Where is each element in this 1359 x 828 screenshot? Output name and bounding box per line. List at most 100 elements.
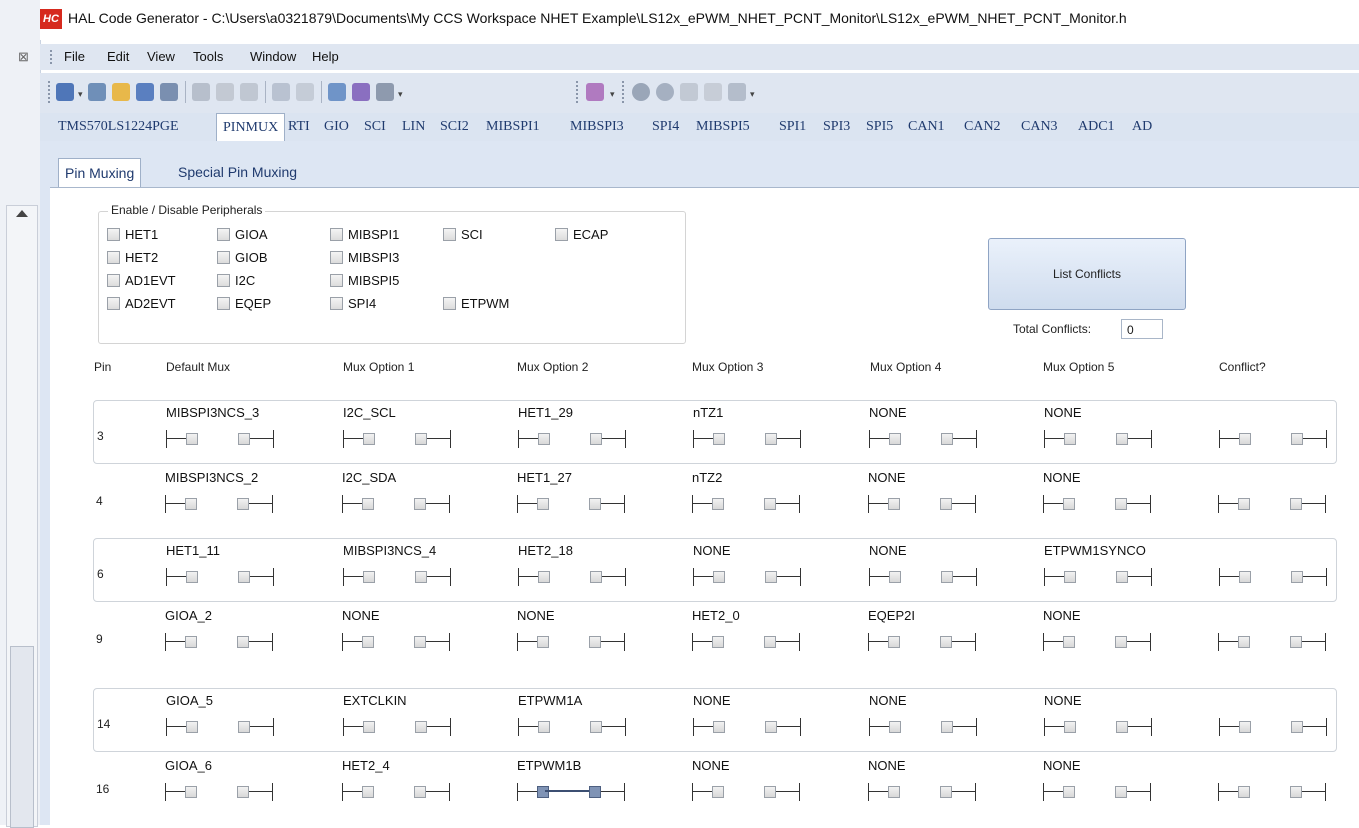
tab-mibspi1[interactable]: MIBSPI1: [480, 113, 546, 140]
switch-contact-icon[interactable]: [1290, 636, 1302, 648]
switch-contact-icon[interactable]: [713, 721, 725, 733]
switch-contact-icon[interactable]: [362, 636, 374, 648]
tab-spi3[interactable]: SPI3: [817, 113, 856, 140]
home-icon[interactable]: [728, 83, 746, 101]
switch-contact-icon[interactable]: [1063, 498, 1075, 510]
switch-contact-icon[interactable]: [1116, 433, 1128, 445]
switch-contact-icon[interactable]: [1115, 786, 1127, 798]
generate-icon[interactable]: [586, 83, 604, 101]
switch-contact-icon[interactable]: [764, 498, 776, 510]
mux-switch[interactable]: [342, 632, 450, 652]
switch-contact-icon[interactable]: [185, 786, 197, 798]
open-icon[interactable]: [88, 83, 106, 101]
checkbox-het1[interactable]: HET1: [107, 227, 158, 242]
switch-contact-icon[interactable]: [1290, 786, 1302, 798]
switch-contact-icon[interactable]: [237, 786, 249, 798]
tab-can1[interactable]: CAN1: [902, 113, 951, 140]
switch-contact-icon[interactable]: [238, 571, 250, 583]
mux-switch[interactable]: [693, 717, 801, 737]
switch-contact-icon[interactable]: [538, 571, 550, 583]
nav-forward-icon[interactable]: [656, 83, 674, 101]
mux-switch[interactable]: [517, 782, 625, 802]
checkbox-ad2evt[interactable]: AD2EVT: [107, 296, 176, 311]
switch-contact-icon[interactable]: [889, 571, 901, 583]
mux-switch[interactable]: [517, 632, 625, 652]
tab-mibspi3[interactable]: MIBSPI3: [564, 113, 630, 140]
switch-contact-icon[interactable]: [1238, 498, 1250, 510]
menu-window[interactable]: Window: [250, 49, 296, 64]
switch-contact-icon[interactable]: [537, 786, 549, 798]
import-icon[interactable]: [704, 83, 722, 101]
mux-switch[interactable]: [869, 717, 977, 737]
switch-contact-icon[interactable]: [1239, 571, 1251, 583]
switch-contact-icon[interactable]: [940, 636, 952, 648]
switch-contact-icon[interactable]: [415, 571, 427, 583]
mux-switch[interactable]: [342, 494, 450, 514]
mux-switch[interactable]: [165, 632, 273, 652]
mux-switch[interactable]: [1218, 782, 1326, 802]
checkbox-icon[interactable]: [443, 228, 456, 241]
checkbox-mibspi3[interactable]: MIBSPI3: [330, 250, 399, 265]
mux-switch[interactable]: [868, 494, 976, 514]
switch-contact-icon[interactable]: [238, 721, 250, 733]
checkbox-icon[interactable]: [217, 297, 230, 310]
mux-switch[interactable]: [692, 632, 800, 652]
checkbox-icon[interactable]: [107, 297, 120, 310]
toolbar-overflow-icon[interactable]: ▾: [610, 89, 615, 100]
switch-contact-icon[interactable]: [590, 721, 602, 733]
checkbox-gioa[interactable]: GIOA: [217, 227, 268, 242]
copy-icon[interactable]: [216, 83, 234, 101]
checkbox-icon[interactable]: [107, 228, 120, 241]
menu-tools[interactable]: Tools: [193, 49, 223, 64]
mux-switch[interactable]: [1219, 567, 1327, 587]
switch-contact-icon[interactable]: [888, 636, 900, 648]
switch-contact-icon[interactable]: [1116, 721, 1128, 733]
scroll-thumb[interactable]: [10, 646, 34, 828]
new-project-icon[interactable]: [56, 83, 74, 101]
subtab-pin-muxing[interactable]: Pin Muxing: [58, 158, 142, 187]
mux-switch[interactable]: [869, 567, 977, 587]
switch-contact-icon[interactable]: [414, 786, 426, 798]
mux-switch[interactable]: [693, 567, 801, 587]
switch-contact-icon[interactable]: [414, 636, 426, 648]
switch-contact-icon[interactable]: [712, 636, 724, 648]
switch-contact-icon[interactable]: [590, 433, 602, 445]
checkbox-icon[interactable]: [330, 228, 343, 241]
switch-contact-icon[interactable]: [712, 786, 724, 798]
checkbox-icon[interactable]: [443, 297, 456, 310]
mux-switch[interactable]: [518, 429, 626, 449]
switch-contact-icon[interactable]: [764, 636, 776, 648]
switch-contact-icon[interactable]: [415, 433, 427, 445]
paste-icon[interactable]: [240, 83, 258, 101]
mux-switch[interactable]: [165, 494, 273, 514]
list-conflicts-button[interactable]: List Conflicts: [988, 238, 1186, 310]
tab-mibspi5[interactable]: MIBSPI5: [690, 113, 756, 140]
checkbox-icon[interactable]: [555, 228, 568, 241]
scroll-up-arrow-icon[interactable]: [16, 210, 28, 217]
mux-switch[interactable]: [518, 717, 626, 737]
switch-contact-icon[interactable]: [362, 498, 374, 510]
dropdown-arrow-icon[interactable]: ▾: [78, 89, 83, 100]
checkbox-giob[interactable]: GIOB: [217, 250, 268, 265]
menu-file[interactable]: File: [64, 49, 85, 64]
switch-contact-icon[interactable]: [414, 498, 426, 510]
checkbox-icon[interactable]: [217, 228, 230, 241]
tab-gio[interactable]: GIO: [318, 113, 355, 140]
checkbox-icon[interactable]: [217, 274, 230, 287]
switch-contact-icon[interactable]: [941, 571, 953, 583]
mux-switch[interactable]: [693, 429, 801, 449]
switch-contact-icon[interactable]: [1291, 721, 1303, 733]
switch-contact-icon[interactable]: [415, 721, 427, 733]
tab-sci[interactable]: SCI: [358, 113, 392, 140]
switch-contact-icon[interactable]: [940, 498, 952, 510]
tab-adc1[interactable]: ADC1: [1072, 113, 1121, 140]
switch-contact-icon[interactable]: [713, 571, 725, 583]
mux-switch[interactable]: [1044, 567, 1152, 587]
tab-rti[interactable]: RTI: [282, 113, 316, 140]
close-icon[interactable]: ⊠: [18, 49, 29, 65]
checkbox-mibspi5[interactable]: MIBSPI5: [330, 273, 399, 288]
switch-contact-icon[interactable]: [589, 498, 601, 510]
tab-pinmux[interactable]: PINMUX: [216, 113, 286, 141]
checkbox-sci[interactable]: SCI: [443, 227, 483, 242]
mux-switch[interactable]: [1044, 717, 1152, 737]
